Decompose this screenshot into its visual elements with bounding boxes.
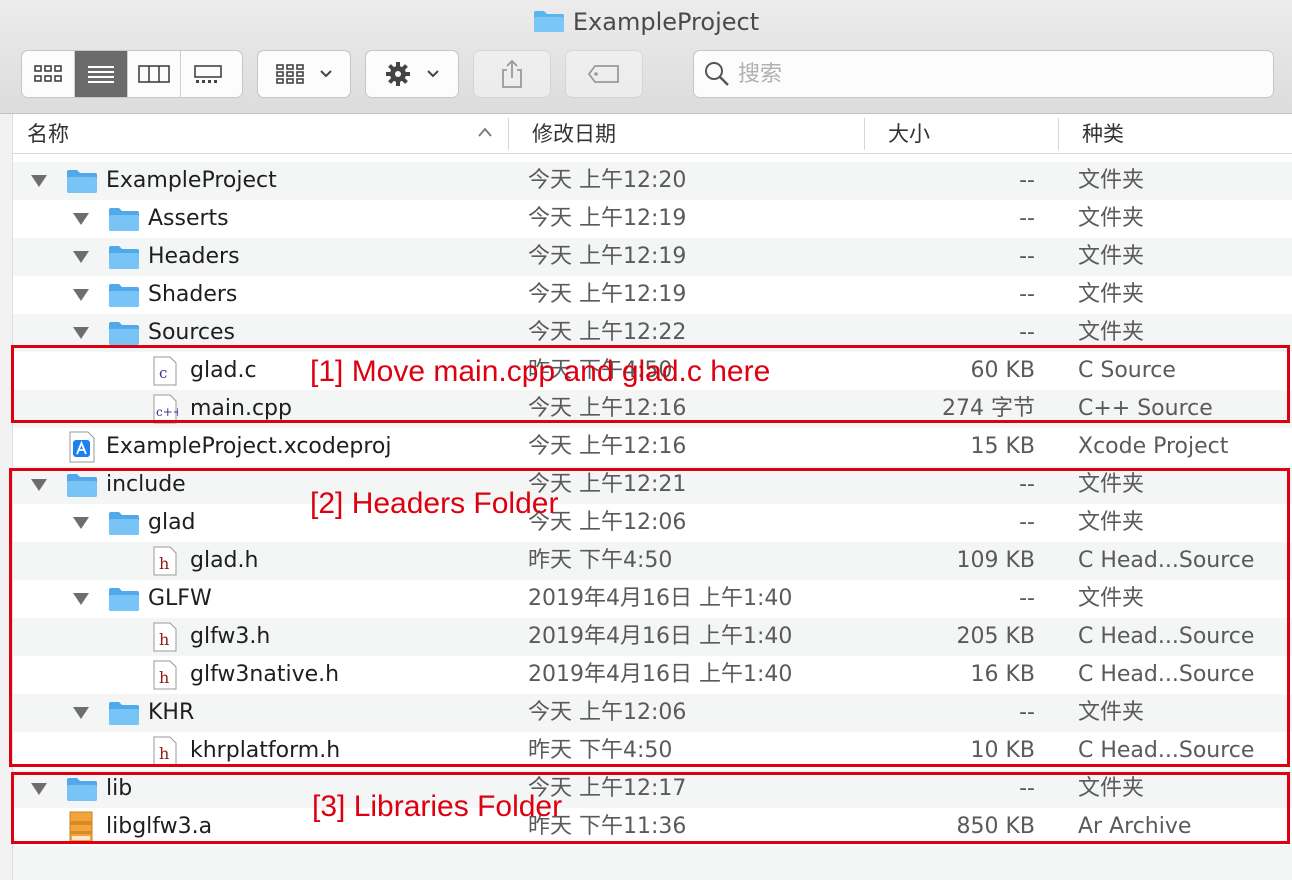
file-name: Asserts: [148, 206, 229, 231]
column-divider[interactable]: [508, 118, 509, 150]
search-icon: [705, 62, 729, 86]
folder-icon: [109, 208, 139, 231]
search-input[interactable]: [738, 61, 1238, 87]
folder-icon: [109, 322, 139, 345]
file-date: 今天 上午12:20: [528, 168, 687, 193]
icon-view-icon: [34, 65, 62, 82]
file-size: --: [1019, 282, 1035, 307]
folder-icon: [67, 170, 97, 193]
group-by-icon: [276, 64, 304, 84]
column-divider[interactable]: [864, 118, 865, 150]
file-size: --: [1019, 244, 1035, 269]
share-icon: [502, 59, 522, 88]
column-header-date[interactable]: 修改日期: [518, 114, 863, 154]
annotation-label-libraries: [3] Libraries Folder: [312, 790, 563, 823]
tag-icon: [587, 65, 619, 83]
file-size: --: [1019, 206, 1035, 231]
gallery-view-icon: [193, 65, 222, 83]
table-row[interactable]: ExampleProject.xcodeproj 今天 上午12:16 15 K…: [13, 428, 1292, 466]
column-header-name[interactable]: 名称: [13, 114, 508, 154]
window-toolbar: ExampleProject: [0, 0, 1292, 114]
column-header-row: 名称 修改日期 大小 种类: [13, 114, 1292, 154]
disclosure-triangle-expanded-icon[interactable]: [72, 326, 90, 340]
file-kind: 文件夹: [1078, 206, 1145, 231]
file-date: 今天 上午12:19: [528, 244, 687, 269]
table-row[interactable]: Shaders 今天 上午12:19 -- 文件夹: [13, 276, 1292, 314]
xcode-project-icon: [69, 431, 95, 463]
file-kind: 文件夹: [1078, 282, 1145, 307]
disclosure-triangle-expanded-icon[interactable]: [72, 288, 90, 302]
edit-tags-button[interactable]: [565, 50, 643, 98]
file-name: Headers: [148, 244, 240, 269]
folder-icon: [109, 284, 139, 307]
folder-icon: [533, 9, 565, 39]
window-title-text: ExampleProject: [572, 8, 760, 36]
search-field[interactable]: [693, 50, 1274, 98]
file-kind: 文件夹: [1078, 168, 1145, 193]
file-size: 15 KB: [970, 434, 1035, 459]
table-row[interactable]: Headers 今天 上午12:19 -- 文件夹: [13, 238, 1292, 276]
view-mode-control: [21, 50, 243, 98]
disclosure-triangle-expanded-icon[interactable]: [30, 174, 48, 188]
group-by-button[interactable]: [257, 50, 351, 98]
table-row[interactable]: Asserts 今天 上午12:19 -- 文件夹: [13, 200, 1292, 238]
file-size: --: [1019, 168, 1035, 193]
file-date: 今天 上午12:19: [528, 206, 687, 231]
finder-window: ExampleProject 搜索 名称 修改日期 大小 种类 ExampleP…: [0, 0, 1292, 880]
annotation-label-sources: [1] Move main.cpp and glad.c here: [310, 355, 771, 388]
table-row[interactable]: ExampleProject 今天 上午12:20 -- 文件夹: [13, 162, 1292, 200]
file-name: ExampleProject: [106, 168, 277, 193]
list-view-button[interactable]: [75, 51, 128, 97]
file-name: ExampleProject.xcodeproj: [106, 434, 392, 459]
annotation-box-libraries: [11, 772, 1290, 844]
file-date: 今天 上午12:19: [528, 282, 687, 307]
column-divider[interactable]: [1058, 118, 1059, 150]
gallery-view-button[interactable]: [181, 51, 234, 97]
disclosure-triangle-expanded-icon[interactable]: [72, 250, 90, 264]
sort-ascending-icon[interactable]: [475, 122, 495, 142]
gear-icon: [386, 62, 410, 86]
file-kind: 文件夹: [1078, 244, 1145, 269]
empty-row: [13, 846, 1292, 880]
folder-icon: [109, 246, 139, 269]
column-view-button[interactable]: [128, 51, 181, 97]
chevron-down-icon: [427, 70, 439, 78]
list-view-icon: [88, 66, 114, 83]
file-name: Shaders: [148, 282, 238, 307]
icon-view-button[interactable]: [22, 51, 75, 97]
annotation-label-headers: [2] Headers Folder: [310, 487, 559, 520]
column-header-size[interactable]: 大小: [874, 114, 1054, 154]
share-button[interactable]: [473, 50, 551, 98]
action-menu-button[interactable]: [365, 50, 459, 98]
column-view-icon: [138, 65, 170, 83]
disclosure-triangle-expanded-icon[interactable]: [72, 212, 90, 226]
chevron-down-icon: [320, 70, 332, 78]
annotation-box-headers: [9, 468, 1290, 767]
column-header-kind[interactable]: 种类: [1068, 114, 1288, 154]
file-date: 今天 上午12:16: [528, 434, 687, 459]
window-title: ExampleProject: [0, 8, 1292, 39]
file-kind: Xcode Project: [1078, 434, 1229, 459]
